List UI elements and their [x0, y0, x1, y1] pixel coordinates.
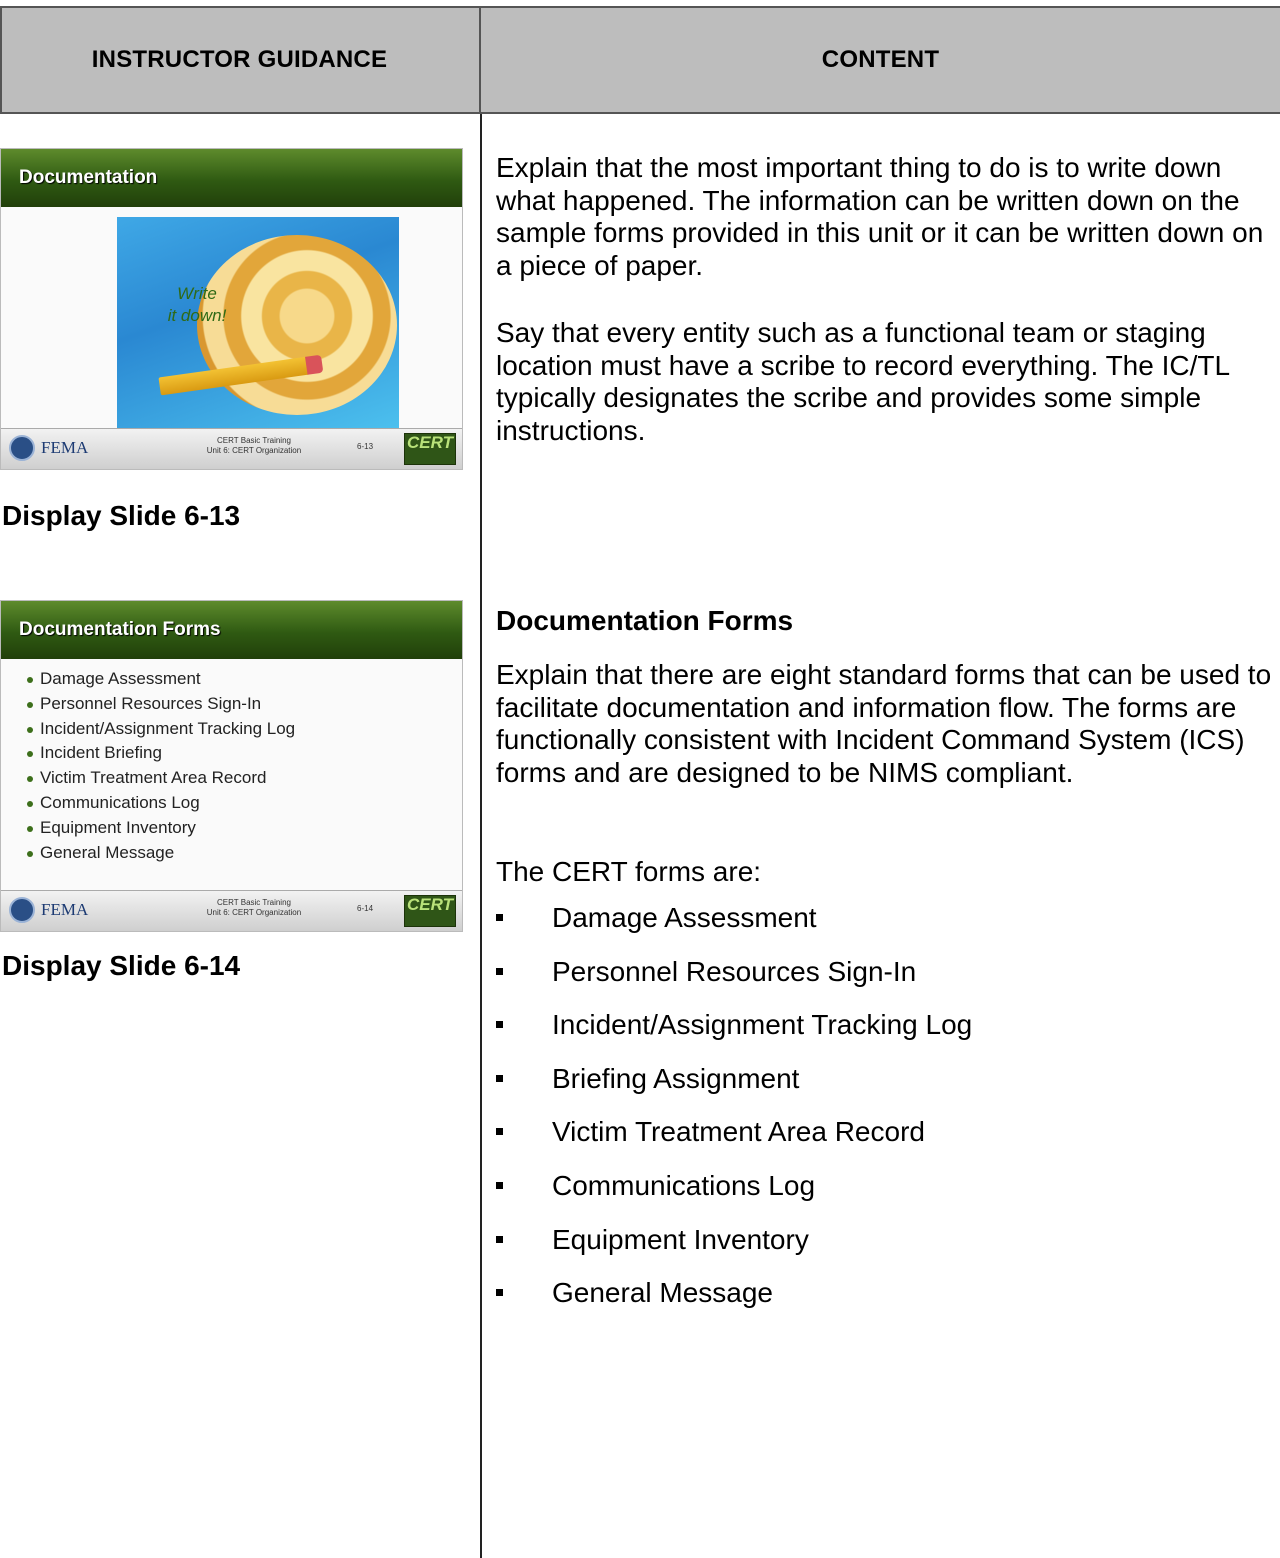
slide-footer: FEMA CERT Basic Training Unit 6: CERT Or… — [1, 890, 462, 931]
cert-logo-text: CERT — [407, 433, 453, 452]
cert-form-item: Victim Treatment Area Record — [496, 1116, 972, 1170]
table-header: INSTRUCTOR GUIDANCE CONTENT — [0, 6, 1280, 114]
header-text: UIDANCE — [276, 46, 388, 73]
content-paragraph: The CERT forms are: — [496, 856, 1274, 889]
slide-bullet-item: Incident/Assignment Tracking Log — [27, 717, 295, 742]
content-paragraph: Explain that the most important thing to… — [496, 152, 1274, 282]
slide-caption: Display Slide 6-14 — [2, 950, 241, 981]
slide-bullet-item: Victim Treatment Area Record — [27, 766, 295, 791]
cert-form-item: Damage Assessment — [496, 902, 972, 956]
content-paragraph-text: Say that every entity such as a function… — [496, 317, 1230, 446]
slide-caption: Display Slide 6-13 — [2, 500, 241, 531]
slide-bullet-item: Personnel Resources Sign-In — [27, 692, 295, 717]
cert-form-item: Incident/Assignment Tracking Log — [496, 1009, 972, 1063]
slide-bullet-item: General Message — [27, 841, 295, 866]
slide-footer-line: Unit 6: CERT Organization — [206, 908, 302, 917]
slide-footer-text: CERT Basic Training Unit 6: CERT Organiz… — [189, 898, 319, 918]
slide-footer-text: CERT Basic Training Unit 6: CERT Organiz… — [189, 436, 319, 456]
header-instructor-guidance-label: INSTRUCTOR GUIDANCE — [92, 46, 387, 74]
cert-form-item: Personnel Resources Sign-In — [496, 956, 972, 1010]
slide-footer-line: CERT Basic Training — [217, 436, 291, 445]
header-text: NSTRUCTOR — [98, 46, 258, 73]
fema-logo: FEMA — [9, 897, 88, 923]
header-letter: I — [91, 46, 99, 73]
slide-bullet-item: Communications Log — [27, 791, 295, 816]
slide-thumbnail-6-13: Documentation Write it down! FEMA CERT B… — [0, 148, 463, 470]
fema-logo: FEMA — [9, 435, 88, 461]
cert-logo-text: CERT — [407, 895, 453, 914]
cert-form-item: Briefing Assignment — [496, 1063, 972, 1117]
slide-title: Documentation Forms — [19, 619, 221, 640]
slide-footer: FEMA CERT Basic Training Unit 6: CERT Or… — [1, 428, 462, 469]
cert-form-item: Equipment Inventory — [496, 1224, 972, 1278]
slide-title: Documentation — [19, 167, 158, 188]
content-paragraph: Explain that there are eight standard fo… — [496, 659, 1274, 789]
header-letter: C — [821, 46, 840, 73]
cert-logo: CERT — [404, 895, 456, 927]
slide-bullet-item: Damage Assessment — [27, 667, 295, 692]
slide-bullet-list: Damage Assessment Personnel Resources Si… — [27, 667, 295, 865]
header-content: CONTENT — [481, 8, 1280, 112]
section-heading: Documentation Forms — [496, 605, 794, 636]
slide-bullet-item: Equipment Inventory — [27, 816, 295, 841]
slide-art-text-line: it down! — [167, 306, 227, 325]
fema-logo-text: FEMA — [41, 900, 89, 919]
content-paragraph-text: Explain that the most important thing to… — [496, 152, 1264, 281]
header-letter: G — [257, 46, 277, 73]
slide-number: 6-14 — [357, 904, 374, 913]
fema-logo-text: FEMA — [41, 438, 89, 457]
cert-form-item: Communications Log — [496, 1170, 972, 1224]
slide-bullet-item: Incident Briefing — [27, 741, 295, 766]
slide-title-bar: Documentation — [1, 149, 462, 207]
header-text: ONTENT — [839, 46, 940, 73]
dhs-seal-icon — [9, 897, 35, 923]
content-paragraph: Say that every entity such as a function… — [496, 317, 1274, 447]
slide-footer-line: CERT Basic Training — [217, 898, 291, 907]
content-paragraph-text: The CERT forms are: — [496, 856, 762, 887]
cert-logo: CERT — [404, 433, 456, 465]
content-paragraph-text: Explain that there are eight standard fo… — [496, 659, 1272, 788]
slide-footer-line: Unit 6: CERT Organization — [206, 446, 302, 455]
column-divider — [480, 114, 482, 1558]
header-instructor-guidance: INSTRUCTOR GUIDANCE — [0, 8, 481, 112]
header-content-label: CONTENT — [822, 46, 939, 74]
table-border — [0, 6, 2, 114]
slide-number: 6-13 — [357, 442, 374, 451]
dhs-seal-icon — [9, 435, 35, 461]
write-it-down-image: Write it down! — [117, 217, 399, 428]
slide-thumbnail-6-14: Documentation Forms Damage Assessment Pe… — [0, 600, 463, 932]
slide-title-bar: Documentation Forms — [1, 601, 462, 659]
slide-art-text: Write it down! — [147, 283, 247, 327]
cert-form-item: General Message — [496, 1277, 972, 1331]
slide-art-text-line: Write — [177, 284, 217, 303]
cert-forms-list: Damage Assessment Personnel Resources Si… — [496, 902, 972, 1331]
